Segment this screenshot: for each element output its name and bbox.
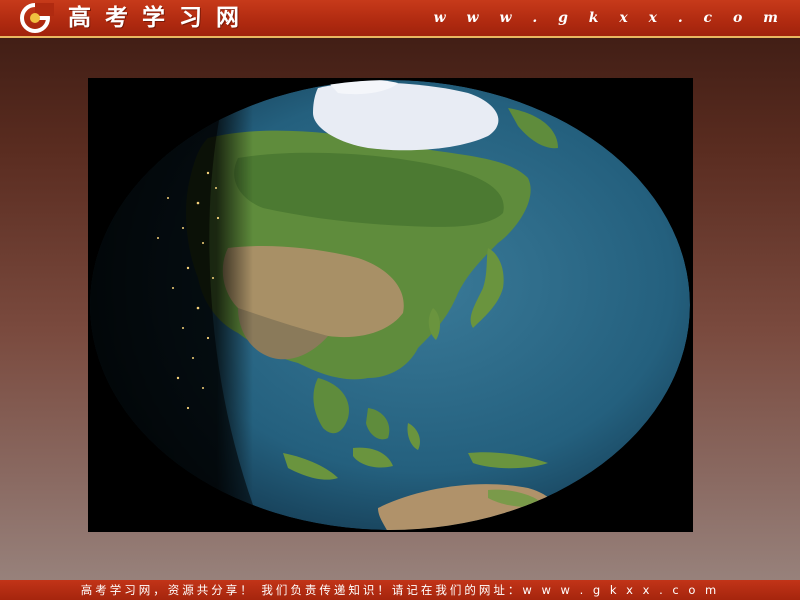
site-brand-title[interactable]: 高考学习网 — [68, 4, 253, 32]
earth-globe-image — [90, 80, 690, 530]
gkxx-logo-icon[interactable] — [20, 3, 54, 33]
footer-text: 高考学习网，资源共分享！ 我们负责传递知识！请记在我们的网址：w w w . g… — [80, 583, 720, 597]
globe-surface — [90, 80, 690, 530]
header-bar: 高考学习网 w w w . g k x x . c o m — [0, 0, 800, 38]
site-url[interactable]: w w w . g k x x . c o m — [434, 9, 786, 27]
earth-image-panel — [88, 78, 693, 532]
footer-bar: 高考学习网，资源共分享！ 我们负责传递知识！请记在我们的网址：w w w . g… — [0, 580, 800, 600]
